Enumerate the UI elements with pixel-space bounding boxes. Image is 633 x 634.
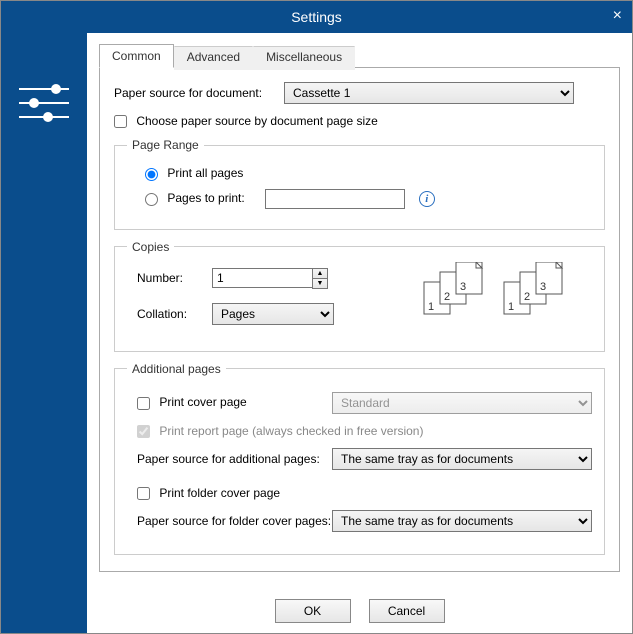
number-input[interactable] [212,268,312,288]
print-all-radio-wrap[interactable]: Print all pages [145,166,243,180]
report-checkbox-wrap: Print report page (always checked in fre… [137,424,423,438]
tab-common[interactable]: Common [99,44,174,68]
report-label: Print report page (always checked in fre… [159,424,423,438]
cover-checkbox[interactable] [137,397,150,410]
folder-source-label: Paper source for folder cover pages: [137,514,332,528]
page-range-group: Page Range Print all pages Pages to prin… [114,138,605,229]
collation-icon: 1 2 3 1 2 3 [414,262,574,322]
spin-up-icon[interactable]: ▲ [313,269,327,279]
pages-to-print-radio[interactable] [145,193,158,206]
tab-strip: Common Advanced Miscellaneous [99,44,620,68]
copies-group: Copies Number: ▲ ▼ Collation: [114,240,605,352]
collation-select[interactable]: Pages [212,303,334,325]
close-icon[interactable]: × [613,7,622,25]
svg-text:1: 1 [428,301,434,313]
choose-by-size-checkbox[interactable] [114,115,127,128]
choose-by-size-label: Choose paper source by document page siz… [136,114,377,128]
collation-label: Collation: [137,307,212,321]
info-icon[interactable]: i [419,191,435,207]
content: Common Advanced Miscellaneous Paper sour… [87,33,632,633]
print-all-label: Print all pages [167,166,243,180]
additional-source-select[interactable]: The same tray as for documents [332,448,592,470]
cover-label: Print cover page [159,395,246,409]
spin-down-icon[interactable]: ▼ [313,279,327,288]
cover-type-select: Standard [332,392,592,414]
svg-text:2: 2 [524,291,530,303]
additional-legend: Additional pages [127,362,226,376]
report-checkbox [137,425,150,438]
dialog-buttons: OK Cancel [99,587,620,623]
svg-text:2: 2 [444,291,450,303]
window-title: Settings [291,9,342,25]
tab-advanced[interactable]: Advanced [174,46,253,70]
number-label: Number: [137,271,212,285]
title-bar: Settings × [1,1,632,33]
tab-content: Paper source for document: Cassette 1 Ch… [99,67,620,572]
cancel-button[interactable]: Cancel [369,599,445,623]
svg-text:3: 3 [540,281,546,293]
additional-source-label: Paper source for additional pages: [137,452,332,466]
page-range-legend: Page Range [127,138,204,152]
folder-cover-checkbox-wrap[interactable]: Print folder cover page [137,486,280,500]
folder-source-select[interactable]: The same tray as for documents [332,510,592,532]
folder-cover-label: Print folder cover page [159,486,280,500]
pages-input[interactable] [265,189,405,209]
paper-source-label: Paper source for document: [114,86,284,100]
additional-pages-group: Additional pages Print cover page Standa… [114,362,605,556]
number-spinner[interactable]: ▲ ▼ [212,268,328,289]
pages-to-print-label: Pages to print: [167,191,244,205]
sidebar [1,33,87,633]
tab-miscellaneous[interactable]: Miscellaneous [253,46,355,70]
folder-cover-checkbox[interactable] [137,487,150,500]
svg-text:3: 3 [460,281,466,293]
ok-button[interactable]: OK [275,599,351,623]
sliders-icon [19,88,69,118]
paper-source-select[interactable]: Cassette 1 [284,82,574,104]
print-all-radio[interactable] [145,168,158,181]
choose-by-size-checkbox-wrap[interactable]: Choose paper source by document page siz… [114,114,378,128]
pages-to-print-radio-wrap[interactable]: Pages to print: [145,191,245,205]
copies-legend: Copies [127,240,174,254]
svg-text:1: 1 [508,301,514,313]
cover-checkbox-wrap[interactable]: Print cover page [137,395,332,409]
